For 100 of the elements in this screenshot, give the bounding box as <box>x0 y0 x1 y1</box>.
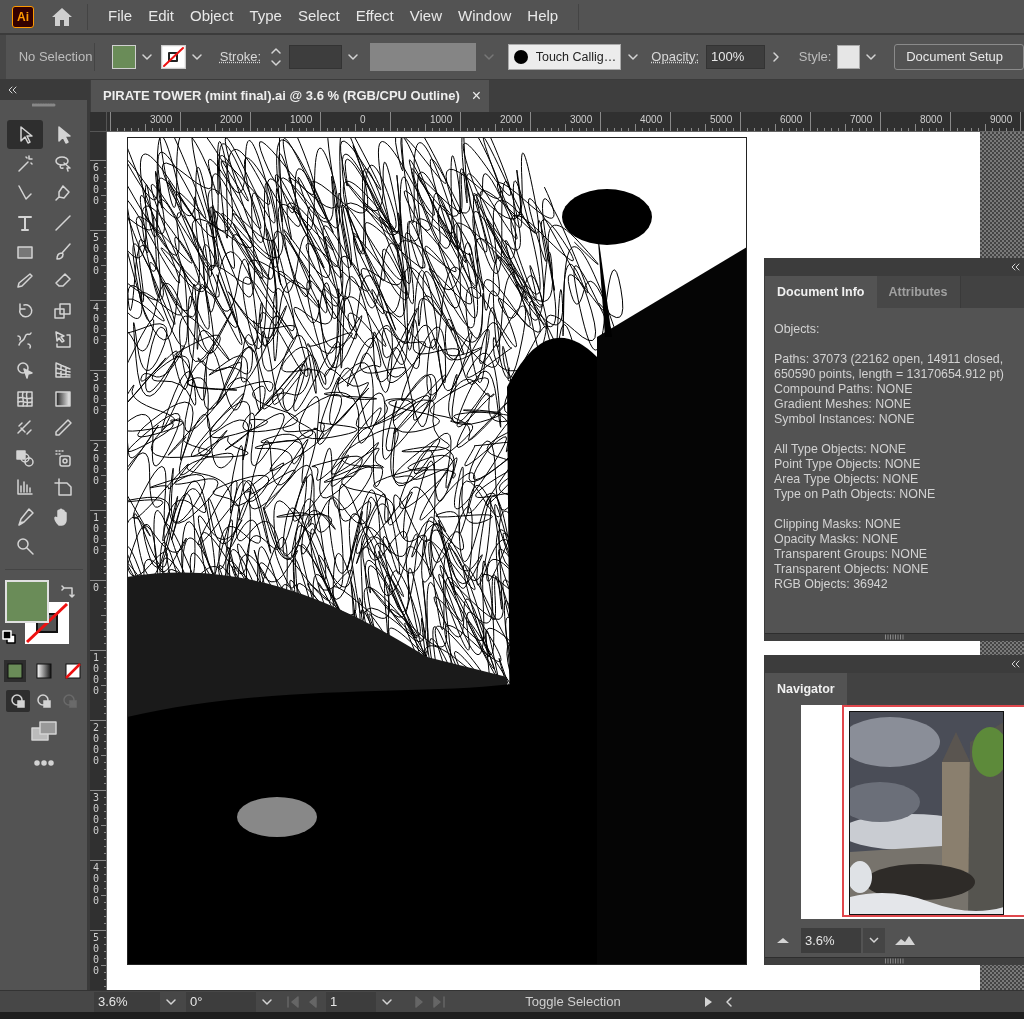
ruler-label: 8000 <box>920 114 943 126</box>
panel-tab[interactable]: Document Info <box>765 276 877 308</box>
info-line: All Type Objects: NONE <box>774 442 907 457</box>
symbol-sprayer-icon <box>52 447 73 468</box>
screen-mode-icon[interactable] <box>29 719 58 742</box>
grip-icon[interactable] <box>883 958 906 965</box>
ruler-label: 4000 <box>640 114 663 126</box>
info-line: Transparent Groups: NONE <box>774 547 929 562</box>
brush-dropdown[interactable]: Touch Callig… <box>507 44 622 70</box>
collapse-icon[interactable] <box>1010 263 1020 271</box>
ruler-label: 3000 <box>93 372 101 416</box>
info-line: Symbol Instances: NONE <box>774 412 916 427</box>
default-colors-icon[interactable] <box>1 629 16 644</box>
stroke-weight-field[interactable] <box>289 45 342 69</box>
eyedropper-icon <box>52 418 73 439</box>
bar-graph-icon <box>14 477 35 498</box>
close-button[interactable]: × <box>471 84 482 108</box>
color-mode-button[interactable] <box>3 659 26 682</box>
grip-icon <box>31 102 56 108</box>
menu-item[interactable]: Help <box>519 5 567 28</box>
tool-button[interactable] <box>6 120 43 149</box>
info-line: Paths: 37073 (22162 open, 14911 closed, 650590 points, length = 13170654.912 pt) <box>774 352 1005 382</box>
menu-item[interactable]: File <box>100 5 141 28</box>
stroke-label[interactable]: Stroke: <box>219 47 261 67</box>
ruler-label: 0 <box>93 582 101 593</box>
artboard-field[interactable]: 1 <box>326 991 376 1012</box>
home-icon[interactable] <box>50 5 74 28</box>
info-line: Clipping Masks: NONE <box>774 517 902 532</box>
perspective-grid-icon <box>52 359 73 380</box>
info-line: Point Type Objects: NONE <box>774 457 922 472</box>
ruler-label: 2000 <box>220 114 243 126</box>
play-icon[interactable] <box>702 995 714 1008</box>
brush-dot-icon <box>512 49 529 65</box>
ruler-label: 3000 <box>570 114 593 126</box>
draw-mode-button[interactable] <box>5 689 30 712</box>
ruler-label: 5000 <box>93 232 101 276</box>
menu-item[interactable]: Window <box>449 5 520 28</box>
ruler-label: 6000 <box>93 162 101 206</box>
zoom-in-mountain-icon[interactable] <box>894 934 916 947</box>
ruler-label: 6000 <box>780 114 803 126</box>
free-transform-icon <box>52 330 73 351</box>
ruler-label: 3000 <box>93 792 101 836</box>
ruler-label: 5000 <box>710 114 733 126</box>
ruler-label: 5000 <box>93 932 101 976</box>
document-tab[interactable]: PIRATE TOWER (mint final).ai @ 3.6 % (RGB/CPU Outline) × <box>91 80 490 112</box>
opacity-label[interactable]: Opacity: <box>651 47 699 67</box>
fill-color-swatch[interactable] <box>4 579 49 623</box>
menu-item[interactable]: View <box>401 5 450 28</box>
ruler-label: 2000 <box>93 442 101 486</box>
ruler-label: 2000 <box>500 114 523 126</box>
app-logo: Ai <box>12 5 34 28</box>
panel-tab[interactable]: Attributes <box>876 276 961 308</box>
info-line: Transparent Objects: NONE <box>774 562 930 577</box>
menu-item[interactable]: Type <box>241 5 290 28</box>
ruler-label: 1000 <box>430 114 453 126</box>
shape-builder-icon <box>14 359 35 380</box>
artboard-icon <box>52 477 73 498</box>
grip-icon[interactable] <box>883 634 906 640</box>
ruler-label: 1000 <box>290 114 313 126</box>
ruler-label: 4000 <box>93 862 101 906</box>
collapse-icon[interactable] <box>1010 659 1020 668</box>
info-line: Area Type Objects: NONE <box>774 472 920 487</box>
menu-item[interactable]: Object <box>182 5 242 28</box>
rotation-field[interactable]: 0° <box>186 991 256 1012</box>
gradient-icon <box>52 389 73 409</box>
ruler-label: 9000 <box>990 114 1013 126</box>
zoom-field[interactable]: 3.6% <box>94 991 160 1012</box>
ruler-label: 4000 <box>93 302 101 346</box>
zoom-icon <box>14 535 35 556</box>
menu-item[interactable]: Effect <box>347 5 402 28</box>
swap-arrow-icon[interactable] <box>60 583 77 600</box>
navigator-preview[interactable] <box>801 704 1024 920</box>
info-line: Type on Path Objects: NONE <box>774 487 937 502</box>
panel-tab[interactable]: Navigator <box>765 672 847 705</box>
ruler-label: 7000 <box>850 114 873 126</box>
lasso-icon <box>52 153 73 174</box>
collapse-icon[interactable] <box>6 86 18 94</box>
diagonal-line-icon <box>52 212 73 233</box>
more-icon[interactable] <box>33 759 54 766</box>
puppet-warp-icon <box>14 330 35 351</box>
selection-status: No Selection <box>18 48 94 67</box>
mesh-icon <box>14 389 35 409</box>
opacity-field[interactable]: 100% <box>706 45 765 69</box>
document-setup-button[interactable]: Document Setup <box>894 44 1024 70</box>
status-text: Toggle Selection <box>524 992 622 1011</box>
fill-swatch[interactable] <box>112 45 136 69</box>
menu-item[interactable]: Edit <box>140 5 183 28</box>
blend-shapes-icon <box>14 447 35 468</box>
ruler-label: 0 <box>360 114 366 126</box>
info-line: Opacity Masks: NONE <box>774 532 899 547</box>
spinner-icon[interactable] <box>269 45 283 69</box>
stroke-none-swatch[interactable] <box>160 45 186 69</box>
info-line: Compound Paths: NONE <box>774 382 914 397</box>
zoom-field[interactable]: 3.6% <box>801 927 861 953</box>
ruler-label: 2000 <box>93 722 101 766</box>
chevron-left-icon[interactable] <box>724 995 734 1008</box>
info-line: Objects: <box>774 322 821 337</box>
zoom-out-mountain-icon[interactable] <box>775 935 791 946</box>
style-swatch[interactable] <box>837 45 861 69</box>
menu-item[interactable]: Select <box>289 5 348 28</box>
